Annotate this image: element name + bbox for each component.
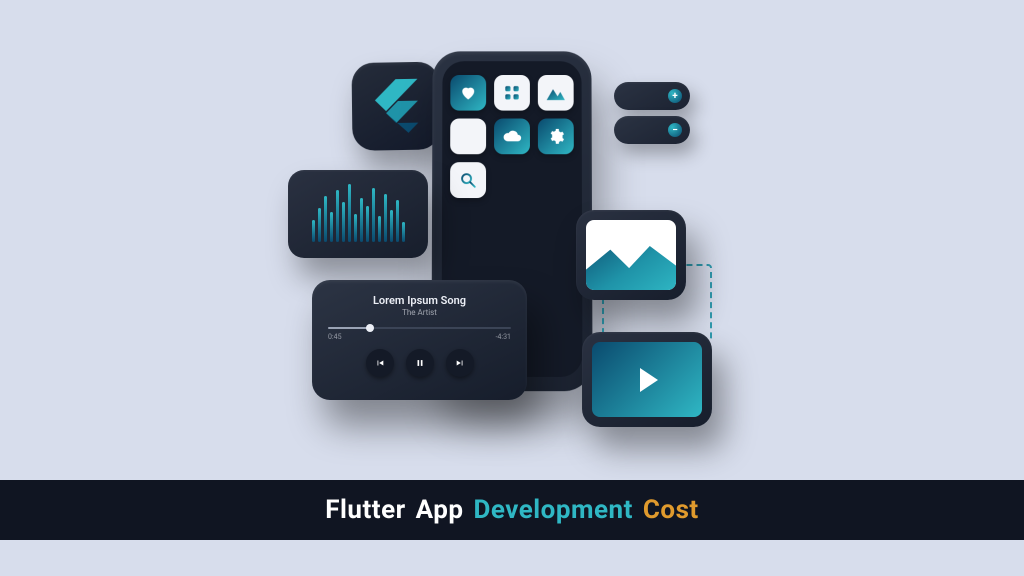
search-icon [459, 171, 477, 189]
eq-bar [312, 220, 315, 242]
image-card [576, 210, 686, 300]
app-tile-search [450, 162, 486, 198]
eq-bar [348, 184, 351, 242]
plus-icon: + [668, 89, 682, 103]
next-icon [455, 358, 465, 368]
title-word-3: Development [473, 495, 632, 525]
pill-plus: + [614, 82, 690, 110]
hero-illustration: + − Lorem Ipsum Song The Artist 0:45 -4:… [292, 20, 732, 470]
pill-minus: − [614, 116, 690, 144]
gear-icon [547, 127, 565, 145]
heart-icon [459, 84, 477, 102]
eq-bar [390, 210, 393, 242]
player-controls [328, 349, 511, 377]
eq-bar [342, 202, 345, 242]
time-elapsed: 0:45 [328, 333, 342, 341]
song-title: Lorem Ipsum Song [328, 294, 511, 307]
title-word-2: App [416, 495, 464, 525]
eq-bar [384, 194, 387, 242]
music-player-card: Lorem Ipsum Song The Artist 0:45 -4:31 [312, 280, 527, 400]
eq-bar [402, 222, 405, 242]
app-tile-heart [450, 75, 486, 111]
eq-bar [330, 212, 333, 242]
app-grid [452, 75, 572, 198]
play-icon [640, 368, 658, 392]
eq-bar [354, 214, 357, 242]
prev-button [366, 349, 394, 377]
grid-icon [503, 84, 521, 102]
prev-icon [375, 358, 385, 368]
app-tile-grid [494, 75, 530, 111]
eq-bar [360, 198, 363, 242]
eq-bar [378, 216, 381, 242]
eq-bar [372, 188, 375, 242]
minus-icon: − [668, 123, 682, 137]
equalizer-card [288, 170, 428, 258]
title-bar: Flutter App Development Cost [0, 480, 1024, 540]
app-tile-blank [450, 119, 486, 155]
eq-bar [336, 190, 339, 242]
cloud-icon [502, 126, 522, 146]
song-artist: The Artist [328, 308, 511, 317]
pause-button [406, 349, 434, 377]
app-tile-cloud [494, 119, 530, 155]
flutter-logo-icon [374, 79, 419, 134]
time-remaining: -4:31 [496, 333, 511, 341]
equalizer-bars [298, 180, 418, 248]
app-tile-gear [538, 119, 574, 155]
eq-bar [324, 196, 327, 242]
next-button [446, 349, 474, 377]
eq-bar [396, 200, 399, 242]
image-thumb [586, 220, 676, 290]
eq-bar [318, 208, 321, 242]
pause-icon [415, 358, 425, 368]
progress-track [328, 327, 511, 329]
app-tile-mountain [538, 75, 574, 111]
video-card [582, 332, 712, 427]
title-word-4: Cost [643, 495, 699, 525]
video-thumb [592, 342, 702, 417]
playhead [366, 324, 374, 332]
mountain-icon [586, 246, 676, 290]
eq-bar [366, 206, 369, 242]
title-word-1: Flutter [325, 495, 405, 525]
flutter-badge [351, 62, 441, 151]
mountain-icon [545, 82, 567, 104]
